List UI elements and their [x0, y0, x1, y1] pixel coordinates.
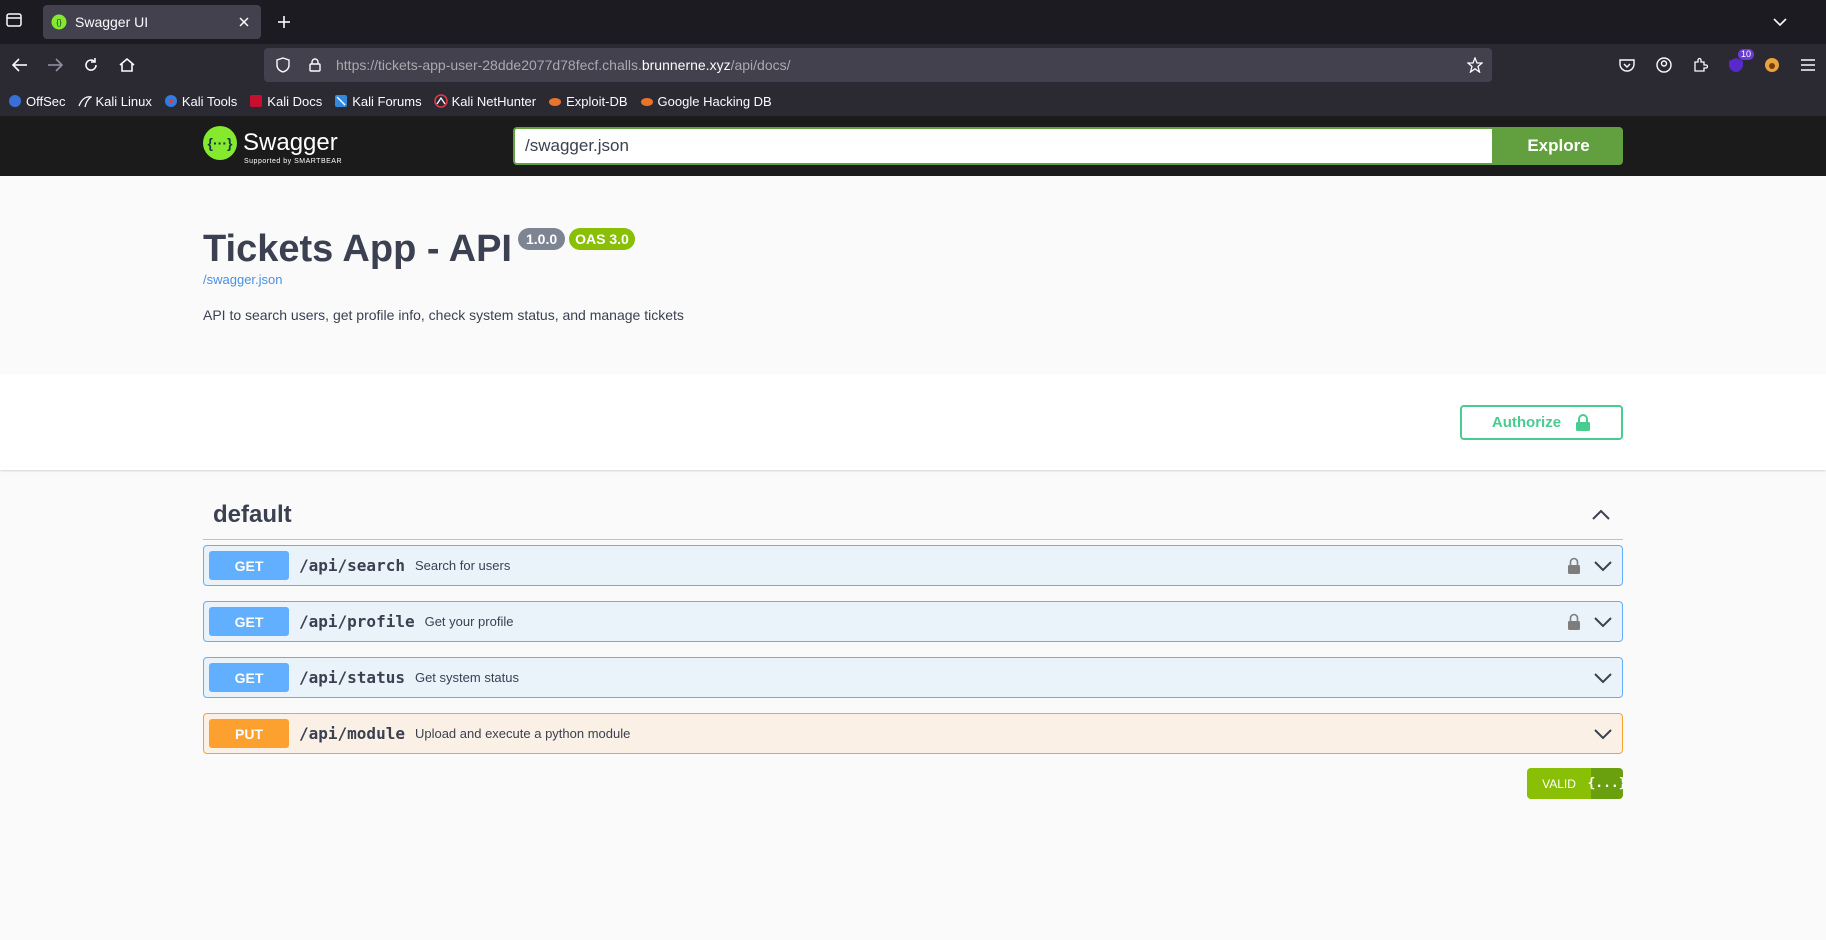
bookmark-kali-forums[interactable]: Kali Forums — [334, 94, 422, 109]
url-bar[interactable]: https://tickets-app-user-28dde2077d78fec… — [264, 48, 1492, 82]
swagger-topbar: {···} Swagger Supported by SMARTBEAR Exp… — [0, 116, 1826, 176]
operation-summary: Get system status — [414, 670, 520, 685]
swagger-logo-subtitle: Supported by SMARTBEAR — [244, 158, 343, 165]
operation-path: /api/status — [299, 668, 405, 687]
swagger-logo-icon: {···} — [203, 126, 237, 160]
kali-forums-icon — [334, 94, 348, 108]
operation-path: /api/profile — [299, 612, 415, 631]
api-description: API to search users, get profile info, c… — [203, 307, 684, 323]
method-badge: PUT — [209, 719, 289, 748]
url-text: https://tickets-app-user-28dde2077d78fec… — [336, 57, 791, 73]
pocket-icon[interactable] — [1615, 53, 1639, 77]
lock-icon[interactable] — [1566, 556, 1582, 576]
operation-path: /api/search — [299, 556, 405, 575]
new-tab-icon[interactable] — [272, 10, 296, 34]
tab-list-icon[interactable] — [4, 10, 28, 34]
browser-tab[interactable]: {} Swagger UI — [43, 5, 261, 39]
extensions-icon[interactable] — [1688, 53, 1712, 77]
kali-dragon-icon — [77, 94, 93, 108]
chevron-down-icon[interactable] — [1592, 667, 1614, 689]
operation-put-module[interactable]: PUT /api/module Upload and execute a pyt… — [203, 713, 1623, 754]
menu-icon[interactable] — [1796, 53, 1820, 77]
shield-icon[interactable] — [272, 54, 294, 76]
swagger-favicon-icon: {} — [51, 14, 67, 30]
ghdb-icon — [640, 94, 654, 108]
bookmark-kali-linux[interactable]: Kali Linux — [77, 94, 152, 109]
lock-icon[interactable] — [1566, 612, 1582, 632]
bookmark-star-icon[interactable] — [1464, 54, 1486, 76]
close-icon[interactable] — [235, 13, 253, 31]
bookmark-kali-nethunter[interactable]: Kali NetHunter — [433, 94, 536, 109]
home-icon[interactable] — [115, 53, 139, 77]
back-icon[interactable] — [8, 53, 32, 77]
unlock-icon — [1576, 413, 1591, 431]
chevron-down-icon[interactable] — [1768, 10, 1792, 34]
svg-text:{}: {} — [56, 18, 62, 27]
validator-badge[interactable]: VALID {...} — [1527, 768, 1623, 799]
chevron-up-icon[interactable] — [1589, 503, 1613, 527]
operation-summary: Upload and execute a python module — [414, 726, 631, 741]
reload-icon[interactable] — [79, 53, 103, 77]
tab-title: Swagger UI — [75, 14, 149, 30]
chevron-down-icon[interactable] — [1592, 611, 1614, 633]
scheme-container: Authorize — [0, 374, 1826, 470]
offsec-icon — [8, 94, 22, 108]
operation-get-status[interactable]: GET /api/status Get system status — [203, 657, 1623, 698]
spec-url-input[interactable] — [513, 127, 1494, 165]
kali-nethunter-icon — [433, 94, 448, 108]
extension-fox-icon[interactable] — [1760, 53, 1784, 77]
tag-section-default: default GET /api/search Search for users… — [203, 490, 1623, 754]
api-info: Tickets App - API 1.0.0 OAS 3.0 /swagger… — [0, 176, 1826, 374]
bookmark-kali-tools[interactable]: Kali Tools — [164, 94, 237, 109]
lock-icon[interactable] — [304, 54, 326, 76]
bookmark-kali-docs[interactable]: Kali Docs — [249, 94, 322, 109]
kali-docs-icon — [249, 94, 263, 108]
swagger-logo-text: Swagger — [243, 129, 338, 156]
chevron-down-icon[interactable] — [1592, 555, 1614, 577]
chevron-down-icon[interactable] — [1592, 723, 1614, 745]
authorize-button[interactable]: Authorize — [1460, 405, 1623, 440]
bookmark-google-hacking-db[interactable]: Google Hacking DB — [640, 94, 772, 109]
account-icon[interactable] — [1652, 53, 1676, 77]
spec-link[interactable]: /swagger.json — [203, 272, 283, 287]
operation-summary: Get your profile — [424, 614, 514, 629]
operation-get-profile[interactable]: GET /api/profile Get your profile — [203, 601, 1623, 642]
bookmark-exploit-db[interactable]: Exploit-DB — [548, 94, 628, 109]
explore-button[interactable]: Explore — [1494, 127, 1623, 165]
kali-tools-icon — [164, 94, 178, 108]
swagger-logo[interactable]: {···} Swagger Supported by SMARTBEAR — [203, 126, 342, 165]
bookmark-offsec[interactable]: OffSec — [8, 94, 66, 109]
validator-label: VALID — [1527, 768, 1591, 799]
tag-header[interactable]: default — [203, 490, 1623, 540]
tag-name: default — [213, 500, 292, 528]
method-badge: GET — [209, 663, 289, 692]
forward-icon[interactable] — [43, 53, 67, 77]
version-badge: 1.0.0 — [518, 228, 566, 250]
extension-shield-icon[interactable]: 10 — [1724, 49, 1754, 77]
operation-path: /api/module — [299, 724, 405, 743]
page-title: Tickets App - API — [203, 228, 512, 270]
method-badge: GET — [209, 607, 289, 636]
braces-icon: {...} — [1587, 768, 1623, 799]
extension-badge: 10 — [1737, 49, 1754, 60]
authorize-label: Authorize — [1491, 414, 1562, 431]
browser-tab-bar: {} Swagger UI — [0, 0, 1826, 44]
method-badge: GET — [209, 551, 289, 580]
browser-nav-bar: https://tickets-app-user-28dde2077d78fec… — [0, 44, 1826, 86]
bookmarks-bar: OffSec Kali Linux Kali Tools Kali Docs K… — [0, 86, 1826, 116]
oas-badge: OAS 3.0 — [569, 228, 635, 250]
operation-summary: Search for users — [414, 558, 511, 573]
operation-get-search[interactable]: GET /api/search Search for users — [203, 545, 1623, 586]
title-row: Tickets App - API 1.0.0 OAS 3.0 — [203, 226, 635, 272]
exploit-db-icon — [548, 94, 562, 108]
